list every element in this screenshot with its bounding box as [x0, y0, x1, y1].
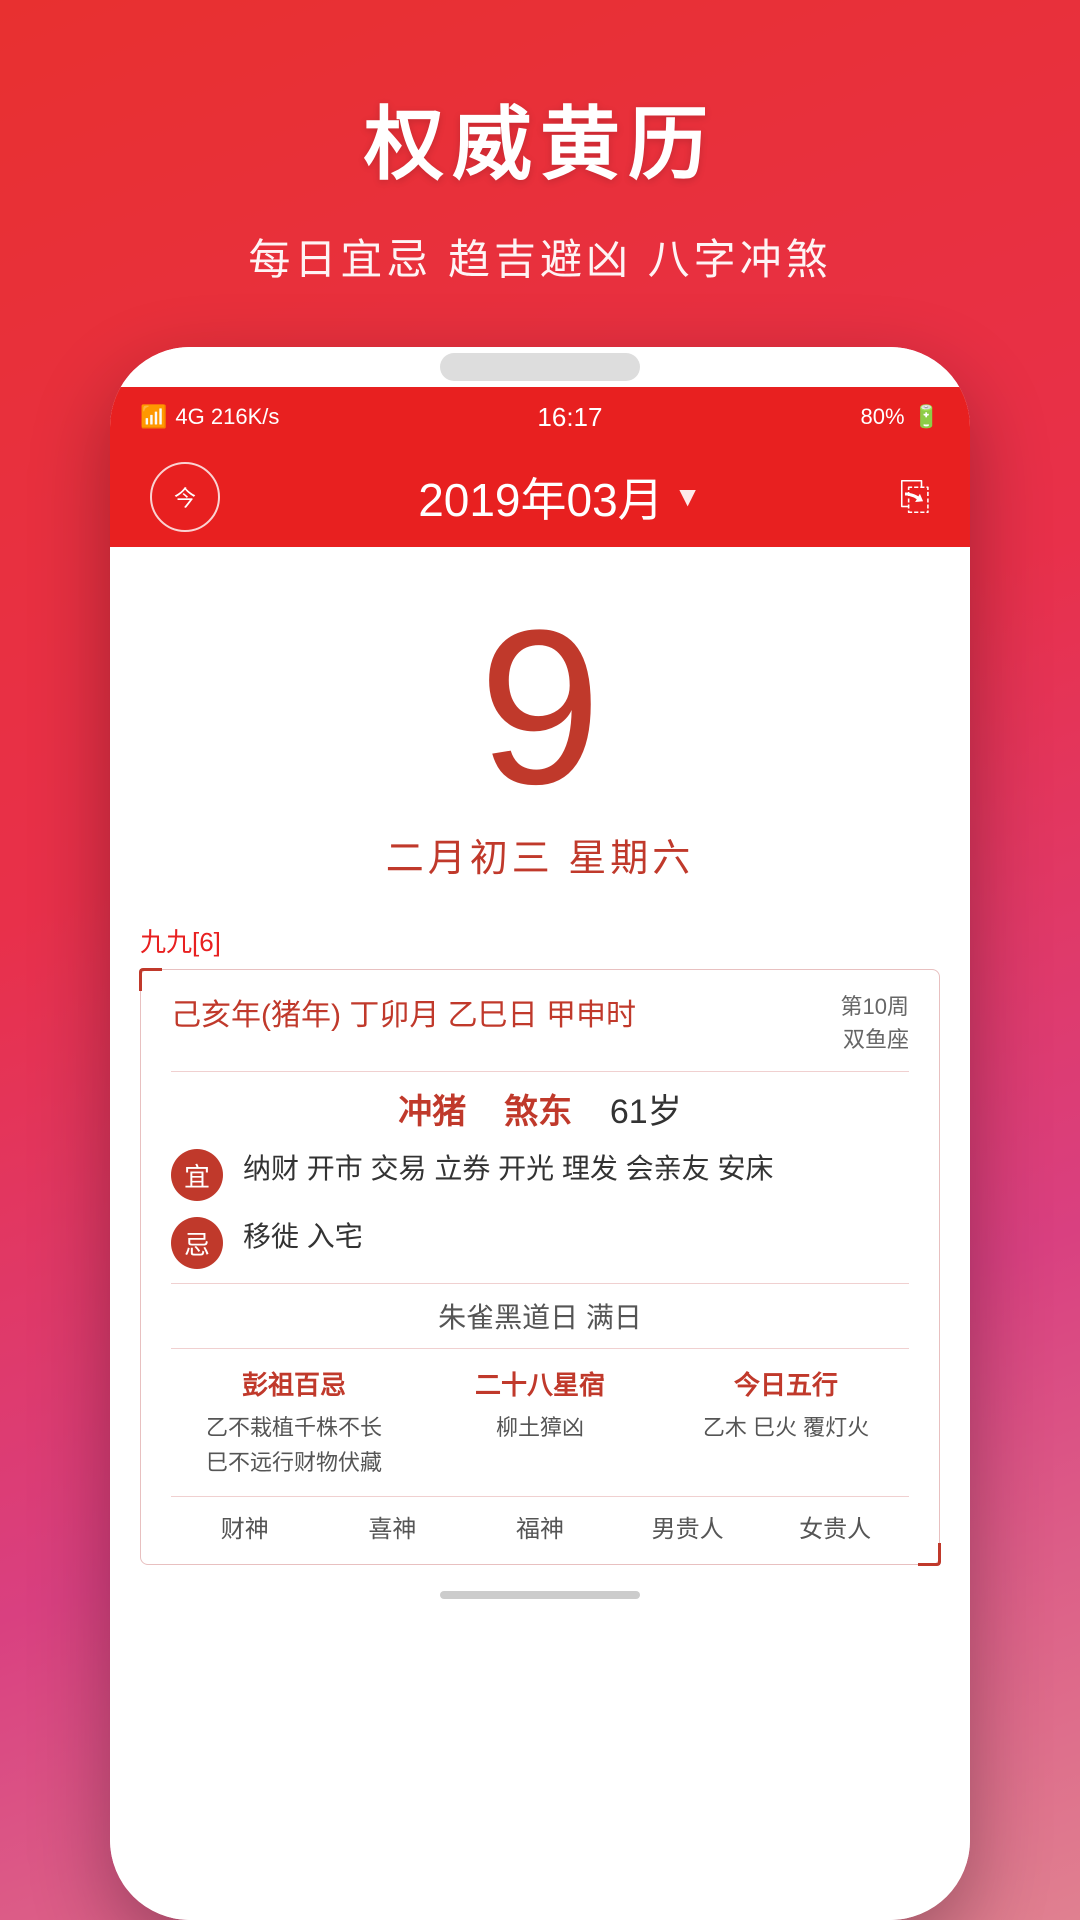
pengzu-line2: 巳不远行财物伏藏 [171, 1445, 417, 1480]
share-button[interactable]: ⎘ [900, 476, 930, 519]
date-display: 9 二月初三 星期六 [386, 547, 695, 902]
status-time: 16:17 [537, 402, 602, 433]
god-caishen: 财神 [171, 1509, 319, 1544]
zodiac-text: 双鱼座 [841, 1023, 909, 1056]
ganzhi-text: 己亥年(猪年) 丁卯月 乙巳日 甲申时 [171, 990, 636, 1034]
status-bar: 📶 4G 216K/s 16:17 80% 🔋 [110, 387, 970, 447]
status-left: 📶 4G 216K/s [140, 404, 279, 430]
notch [440, 353, 640, 381]
yi-content: 纳财 开市 交易 立券 开光 理发 会亲友 安床 [243, 1147, 773, 1192]
divider-3 [171, 1348, 909, 1349]
status-right: 80% 🔋 [861, 404, 940, 430]
yi-row: 宜 纳财 开市 交易 立券 开光 理发 会亲友 安床 [171, 1147, 909, 1201]
sha-text: 煞东 [504, 1093, 572, 1131]
col-pengzu: 彭祖百忌 乙不栽植千株不长 巳不远行财物伏藏 [171, 1365, 417, 1480]
god-fushen: 福神 [466, 1509, 614, 1544]
detail-card: 己亥年(猪年) 丁卯月 乙巳日 甲申时 第10周 双鱼座 冲猪 煞东 61岁 [140, 969, 940, 1565]
pengzu-title: 彭祖百忌 [171, 1365, 417, 1402]
chong-text: 冲猪 [398, 1093, 466, 1131]
bottom-gods: 财神 喜神 福神 男贵人 女贵人 [171, 1496, 909, 1544]
month-text: 2019年03月 [418, 464, 664, 530]
home-indicator [440, 1591, 640, 1599]
ganzhi-row: 己亥年(猪年) 丁卯月 乙巳日 甲申时 第10周 双鱼座 [171, 990, 909, 1056]
week-zodiac: 第10周 双鱼座 [841, 990, 909, 1056]
wuxing-content: 乙木 巳火 覆灯火 [663, 1410, 909, 1445]
age-text: 61岁 [610, 1093, 682, 1131]
god-xishen: 喜神 [319, 1509, 467, 1544]
main-content: 9 二月初三 星期六 九九[6] 己亥年(猪年) 丁卯月 乙巳日 甲申时 第10… [110, 547, 970, 1920]
zhuru-row: 朱雀黑道日 满日 [171, 1296, 909, 1336]
promo-subtitle: 每日宜忌 趋吉避凶 八字冲煞 [0, 226, 1080, 287]
yi-label: 宜 [184, 1157, 210, 1194]
star-title: 二十八星宿 [417, 1365, 663, 1402]
nine-nine-label: 九九[6] [140, 922, 940, 959]
battery-icon: 🔋 [913, 404, 940, 430]
lunar-info: 二月初三 星期六 [386, 827, 695, 882]
day-number: 9 [386, 597, 695, 817]
ji-label: 忌 [184, 1225, 210, 1262]
detail-section: 九九[6] 己亥年(猪年) 丁卯月 乙巳日 甲申时 第10周 双鱼座 冲猪 煞东 [110, 922, 970, 1565]
promo-area: 权威黄历 每日宜忌 趋吉避凶 八字冲煞 [0, 0, 1080, 347]
chong-row: 冲猪 煞东 61岁 [171, 1084, 909, 1133]
col-wuxing: 今日五行 乙木 巳火 覆灯火 [663, 1365, 909, 1480]
month-title[interactable]: 2019年03月 ▼ [418, 464, 701, 530]
divider-1 [171, 1071, 909, 1072]
three-cols: 彭祖百忌 乙不栽植千株不长 巳不远行财物伏藏 二十八星宿 柳土獐凶 今日五行 乙… [171, 1365, 909, 1480]
yi-badge: 宜 [171, 1149, 223, 1201]
god-nvguiren: 女贵人 [761, 1509, 909, 1544]
divider-2 [171, 1283, 909, 1284]
ji-badge: 忌 [171, 1217, 223, 1269]
pengzu-line1: 乙不栽植千株不长 [171, 1410, 417, 1445]
today-button[interactable]: 今 [150, 462, 220, 532]
dropdown-arrow: ▼ [674, 481, 702, 513]
today-label: 今 [174, 481, 196, 513]
phone-top-bar [110, 347, 970, 387]
promo-title: 权威黄历 [0, 80, 1080, 196]
bottom-hint [440, 1565, 640, 1625]
ji-row: 忌 移徙 入宅 [171, 1215, 909, 1269]
signal-text: 4G 216K/s [175, 404, 279, 430]
wuxing-title: 今日五行 [663, 1365, 909, 1402]
app-header: 今 2019年03月 ▼ ⎘ [110, 447, 970, 547]
pengzu-content: 乙不栽植千株不长 巳不远行财物伏藏 [171, 1410, 417, 1480]
ji-content: 移徙 入宅 [243, 1215, 363, 1260]
week-text: 第10周 [841, 990, 909, 1023]
signal-icon: 📶 [140, 404, 167, 430]
phone-mockup: 📶 4G 216K/s 16:17 80% 🔋 今 2019年03月 ▼ ⎘ 9… [110, 347, 970, 1920]
god-nanguiren: 男贵人 [614, 1509, 762, 1544]
battery-text: 80% [861, 404, 905, 430]
col-star: 二十八星宿 柳土獐凶 [417, 1365, 663, 1480]
star-content: 柳土獐凶 [417, 1410, 663, 1445]
